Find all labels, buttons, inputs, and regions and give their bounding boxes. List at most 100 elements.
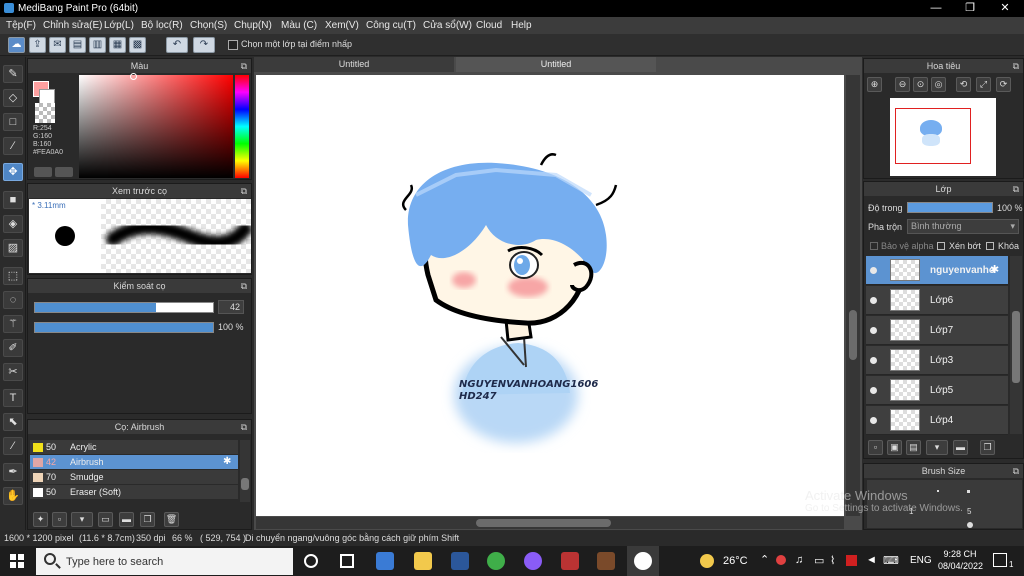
- popout-icon[interactable]: ⧉: [241, 420, 247, 434]
- clipping-checkbox[interactable]: [937, 242, 945, 250]
- brush-size-5[interactable]: 5: [967, 507, 971, 516]
- game-icon[interactable]: [597, 552, 615, 570]
- redo-button[interactable]: ↷: [193, 37, 215, 53]
- antivirus-icon[interactable]: [846, 555, 857, 566]
- zoom-actual-icon[interactable]: ◎: [931, 77, 946, 92]
- select-pen-icon[interactable]: ✐: [3, 339, 23, 357]
- palette-icon[interactable]: [34, 167, 52, 177]
- color-picker-cursor[interactable]: [130, 73, 137, 80]
- new-halftone-layer-icon[interactable]: ▣: [887, 440, 902, 455]
- popout-icon[interactable]: ⧉: [241, 59, 247, 73]
- brush-size-slider[interactable]: [34, 302, 214, 313]
- maximize-button[interactable]: ❐: [953, 0, 987, 17]
- comment-icon[interactable]: ✉: [49, 37, 66, 53]
- eye-icon[interactable]: [870, 267, 877, 274]
- popout-icon[interactable]: ⧉: [241, 279, 247, 293]
- popout-icon[interactable]: ⧉: [241, 184, 247, 198]
- folder-icon[interactable]: ▬: [953, 440, 968, 455]
- layer-opacity-slider[interactable]: [907, 202, 993, 213]
- layer-scroll-thumb[interactable]: [1012, 311, 1020, 383]
- store-icon[interactable]: [376, 552, 394, 570]
- tab-untitled-2[interactable]: Untitled: [456, 57, 656, 72]
- menu-tools[interactable]: Công cụ(T): [366, 20, 416, 31]
- canvas-vertical-scrollbar[interactable]: [846, 75, 860, 516]
- brush-item-smudge[interactable]: 70 Smudge: [30, 470, 238, 485]
- menu-cloud[interactable]: Cloud: [476, 20, 502, 31]
- magic-wand-icon[interactable]: ⚚: [3, 315, 23, 333]
- add-brush-icon[interactable]: ✦: [33, 512, 48, 527]
- file-explorer-icon[interactable]: [414, 552, 432, 570]
- select-layer-checkbox[interactable]: [228, 40, 238, 50]
- brush-tool-icon[interactable]: ✎: [3, 65, 23, 83]
- new-8bit-layer-icon[interactable]: ▤: [906, 440, 921, 455]
- menu-file[interactable]: Tệp(F): [6, 20, 36, 31]
- brush-size-dot[interactable]: [967, 522, 973, 528]
- taskbar-search-box[interactable]: Type here to search: [36, 548, 293, 575]
- drawing-canvas[interactable]: NGUYENVANHOANG1606 HD247: [256, 75, 844, 516]
- brush-item-airbrush[interactable]: 42 Airbrush ✱: [30, 455, 238, 470]
- layout-icon[interactable]: ▩: [129, 37, 146, 53]
- popout-icon[interactable]: ⧉: [1013, 59, 1019, 73]
- gear-icon[interactable]: ✱: [990, 263, 999, 276]
- brush-folder-icon[interactable]: ▭: [98, 512, 113, 527]
- battery-icon[interactable]: ▭: [814, 554, 824, 567]
- layer-row-nguyenvanho[interactable]: nguyenvanho ✱: [866, 256, 1008, 285]
- language-indicator[interactable]: ENG: [910, 555, 932, 566]
- line-tool-icon[interactable]: ∕: [3, 137, 23, 155]
- horizontal-scroll-thumb[interactable]: [476, 519, 611, 527]
- gradient-tool-icon[interactable]: ▨: [3, 239, 23, 257]
- rectangle-tool-icon[interactable]: □: [3, 113, 23, 131]
- brush-list-scrollbar[interactable]: [240, 440, 250, 502]
- dropper-tool-icon[interactable]: ⁄: [3, 437, 23, 455]
- volume-icon[interactable]: ◄: [866, 554, 877, 566]
- menu-capture[interactable]: Chụp(N): [234, 20, 272, 31]
- text-tool-icon[interactable]: T: [3, 389, 23, 407]
- lock-checkbox[interactable]: [986, 242, 994, 250]
- close-button[interactable]: ✕: [988, 0, 1022, 17]
- brush-size-dot[interactable]: [967, 490, 970, 493]
- layer-row-lop3[interactable]: Lớp3: [866, 346, 1008, 375]
- document-icon[interactable]: ▤: [69, 37, 86, 53]
- eye-icon[interactable]: [870, 297, 877, 304]
- popout-icon[interactable]: ⧉: [1013, 182, 1019, 196]
- rotate-left-icon[interactable]: ⟲: [956, 77, 971, 92]
- brush-copy-icon[interactable]: ❐: [140, 512, 155, 527]
- network-icon[interactable]: ⌇: [830, 554, 835, 567]
- cortana-icon[interactable]: [304, 554, 318, 568]
- blend-mode-select[interactable]: Bình thường ▾: [907, 219, 1019, 234]
- trash-icon[interactable]: 🗑: [164, 512, 179, 527]
- zoom-out-icon[interactable]: ⊖: [895, 77, 910, 92]
- grid-icon[interactable]: ▦: [109, 37, 126, 53]
- operation-tool-icon[interactable]: ⬉: [3, 413, 23, 431]
- tray-app-icon[interactable]: [776, 555, 786, 565]
- zoom-in-icon[interactable]: ⊕: [867, 77, 882, 92]
- select-eraser-icon[interactable]: ✂: [3, 363, 23, 381]
- hue-slider[interactable]: [235, 75, 249, 178]
- chevron-up-icon[interactable]: ⌃: [760, 553, 769, 566]
- fill-rect-tool-icon[interactable]: ■: [3, 191, 23, 209]
- move-tool-icon[interactable]: ✥: [3, 163, 23, 181]
- chat-app-icon[interactable]: [487, 552, 505, 570]
- medibang-taskbar-item[interactable]: [627, 546, 659, 576]
- eye-icon[interactable]: [870, 357, 877, 364]
- keyboard-icon[interactable]: ⌨: [883, 554, 899, 567]
- eye-icon[interactable]: [870, 417, 877, 424]
- layer-row-lop4[interactable]: Lớp4: [866, 406, 1008, 435]
- hand-tool-icon[interactable]: ✋: [3, 487, 23, 505]
- brush-item-acrylic[interactable]: 50 Acrylic: [30, 440, 238, 455]
- layer-row-lop6[interactable]: Lớp6: [866, 286, 1008, 315]
- tray-app2-icon[interactable]: ♫: [795, 554, 803, 566]
- cloud-icon[interactable]: ☁: [8, 37, 25, 53]
- eye-icon[interactable]: [870, 387, 877, 394]
- saturation-value-picker[interactable]: [79, 73, 233, 178]
- undo-button[interactable]: ↶: [166, 37, 188, 53]
- task-view-icon[interactable]: [340, 554, 354, 568]
- brush-item-eraser-soft[interactable]: 50 Eraser (Soft): [30, 485, 238, 500]
- transparent-swatch[interactable]: [35, 103, 55, 123]
- minimize-button[interactable]: —: [919, 0, 953, 17]
- dropper-icon[interactable]: [55, 167, 73, 177]
- brush-folder2-icon[interactable]: ▬: [119, 512, 134, 527]
- navigator-preview[interactable]: [890, 98, 996, 176]
- clock[interactable]: 9:28 CH 08/04/2022: [938, 548, 983, 572]
- vertical-scroll-thumb[interactable]: [849, 310, 857, 360]
